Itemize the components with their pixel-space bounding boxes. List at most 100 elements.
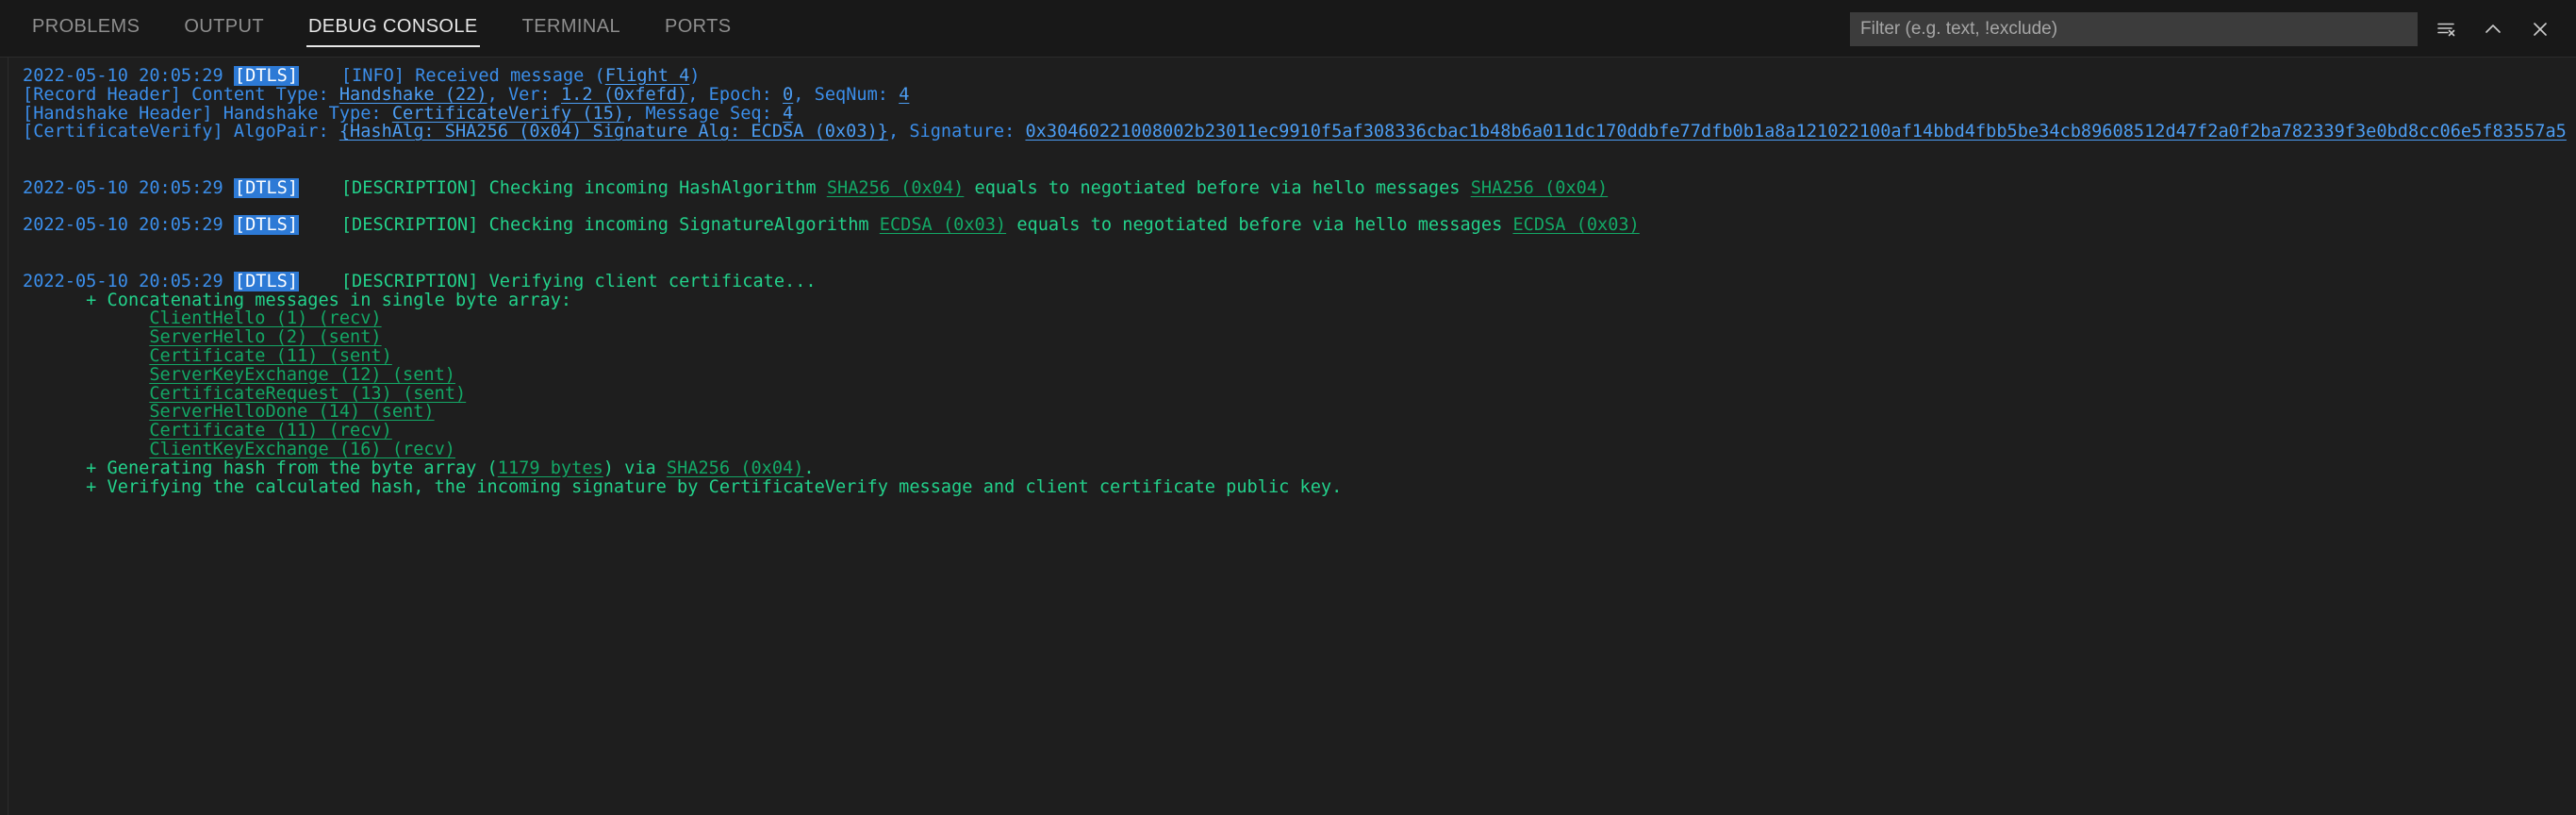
log-spacer bbox=[23, 235, 2576, 254]
log-text: + Concatenating messages in single byte … bbox=[23, 290, 572, 310]
log-gap bbox=[299, 272, 341, 291]
tab-ports[interactable]: PORTS bbox=[665, 0, 732, 57]
log-text: , Epoch: bbox=[687, 84, 784, 105]
tab-label: PROBLEMS bbox=[32, 15, 140, 37]
log-link[interactable]: ServerKeyExchange (12) (sent) bbox=[149, 365, 455, 385]
log-text: , Ver: bbox=[487, 84, 561, 105]
log-continuation-line: ServerHello (2) (sent) bbox=[23, 328, 2576, 347]
log-link[interactable]: SHA256 (0x04) bbox=[1471, 178, 1609, 198]
log-timestamp: 2022-05-10 20:05:29 bbox=[23, 271, 223, 291]
log-entry: 2022-05-10 20:05:29 [DTLS] [INFO] Receiv… bbox=[23, 66, 2576, 86]
log-link[interactable]: 4 bbox=[899, 85, 909, 105]
panel-actions bbox=[1850, 0, 2576, 58]
panel-tabs: PROBLEMS OUTPUT DEBUG CONSOLE TERMINAL PORTS bbox=[32, 0, 776, 57]
log-link[interactable]: ClientKeyExchange (16) (recv) bbox=[149, 440, 455, 459]
log-link[interactable]: CertificateRequest (13) (sent) bbox=[149, 384, 466, 404]
log-entry: 2022-05-10 20:05:29 [DTLS] [DESCRIPTION]… bbox=[23, 215, 2576, 236]
log-link[interactable]: CertificateVerify (15) bbox=[392, 104, 624, 124]
log-link[interactable]: Handshake (22) bbox=[339, 85, 487, 105]
log-text: ) via bbox=[603, 457, 667, 478]
tab-debug-console[interactable]: DEBUG CONSOLE bbox=[305, 0, 480, 57]
log-link[interactable]: 4 bbox=[783, 104, 793, 124]
log-spacer bbox=[23, 141, 2576, 160]
log-link[interactable]: 1.2 (0xfefd) bbox=[561, 85, 687, 105]
log-continuation-line: + Concatenating messages in single byte … bbox=[23, 291, 2576, 310]
log-text: + Verifying the calculated hash, the inc… bbox=[23, 476, 1343, 497]
log-link[interactable]: SHA256 (0x04) bbox=[827, 178, 965, 198]
log-text: [CertificateVerify] AlgoPair: bbox=[23, 122, 339, 142]
log-spacer bbox=[23, 254, 2576, 273]
filter-input[interactable] bbox=[1850, 11, 2418, 46]
tab-output[interactable]: OUTPUT bbox=[184, 0, 264, 57]
log-link[interactable]: ServerHelloDone (14) (sent) bbox=[149, 402, 434, 422]
log-text: , Message Seq: bbox=[624, 103, 784, 124]
log-link[interactable]: 0 bbox=[783, 85, 793, 105]
log-link[interactable]: 1179 bytes bbox=[498, 458, 603, 478]
chevron-up-icon bbox=[2483, 19, 2503, 40]
log-text: [DESCRIPTION] Checking incoming HashAlgo… bbox=[340, 177, 827, 198]
log-text: [Record Header] Content Type: bbox=[23, 84, 339, 105]
log-link[interactable]: ClientHello (1) (recv) bbox=[149, 308, 381, 328]
log-link[interactable]: Certificate (11) (recv) bbox=[149, 421, 391, 441]
log-text: ) bbox=[689, 66, 701, 86]
log-continuation-line: Certificate (11) (sent) bbox=[23, 347, 2576, 366]
log-link[interactable]: Flight 4 bbox=[605, 66, 690, 86]
log-link[interactable]: Certificate (11) (sent) bbox=[149, 346, 391, 366]
log-continuation-line: CertificateRequest (13) (sent) bbox=[23, 384, 2576, 404]
log-lines: 2022-05-10 20:05:29 [DTLS] [INFO] Receiv… bbox=[0, 66, 2576, 497]
maximize-panel-button[interactable] bbox=[2474, 10, 2512, 48]
panel-header: PROBLEMS OUTPUT DEBUG CONSOLE TERMINAL PORTS bbox=[0, 0, 2576, 58]
tab-problems[interactable]: PROBLEMS bbox=[32, 0, 140, 57]
log-text: equals to negotiated before via hello me… bbox=[1006, 215, 1513, 236]
log-text: , Signature: bbox=[887, 122, 1026, 142]
log-continuation-line: + Verifying the calculated hash, the inc… bbox=[23, 476, 2576, 497]
tab-label: TERMINAL bbox=[521, 15, 620, 37]
tab-label: DEBUG CONSOLE bbox=[307, 15, 478, 37]
log-timestamp: 2022-05-10 20:05:29 bbox=[23, 66, 223, 86]
log-continuation-line: + Generating hash from the byte array (1… bbox=[23, 457, 2576, 478]
log-timestamp: 2022-05-10 20:05:29 bbox=[23, 177, 223, 198]
log-gap bbox=[299, 66, 341, 86]
close-panel-button[interactable] bbox=[2521, 10, 2559, 48]
log-text: [Handshake Header] Handshake Type: bbox=[23, 103, 392, 124]
log-source-badge: [DTLS] bbox=[233, 271, 300, 291]
log-continuation-line: [Handshake Header] Handshake Type: Certi… bbox=[23, 103, 2576, 124]
log-text: [INFO] Received message ( bbox=[340, 66, 605, 86]
log-continuation-line: [Record Header] Content Type: Handshake … bbox=[23, 84, 2576, 105]
log-text: [DESCRIPTION] Checking incoming Signatur… bbox=[340, 215, 880, 236]
log-text: , SeqNum: bbox=[793, 84, 900, 105]
clear-console-button[interactable] bbox=[2427, 10, 2465, 48]
clear-console-icon bbox=[2436, 19, 2456, 40]
log-timestamp: 2022-05-10 20:05:29 bbox=[23, 215, 223, 236]
log-link[interactable]: 0x30460221008002b23011ec9910f5af308336cb… bbox=[1025, 122, 2566, 141]
log-link[interactable]: {HashAlg: SHA256 (0x04) Signature Alg: E… bbox=[339, 122, 888, 141]
debug-console-output[interactable]: 2022-05-10 20:05:29 [DTLS] [INFO] Receiv… bbox=[0, 58, 2576, 815]
log-text: [DESCRIPTION] Verifying client certifica… bbox=[340, 271, 817, 291]
log-continuation-line: [CertificateVerify] AlgoPair: {HashAlg: … bbox=[23, 123, 2576, 141]
close-icon bbox=[2530, 19, 2551, 40]
log-source-badge: [DTLS] bbox=[233, 177, 300, 198]
log-link[interactable]: ECDSA (0x03) bbox=[1512, 215, 1639, 235]
log-link[interactable]: ServerHello (2) (sent) bbox=[149, 327, 381, 347]
log-entry: 2022-05-10 20:05:29 [DTLS] [DESCRIPTION]… bbox=[23, 177, 2576, 198]
log-continuation-line: Certificate (11) (recv) bbox=[23, 422, 2576, 441]
log-gap bbox=[299, 215, 341, 235]
log-link[interactable]: ECDSA (0x03) bbox=[880, 215, 1006, 235]
log-source-badge: [DTLS] bbox=[233, 66, 300, 86]
log-text: . bbox=[803, 457, 815, 478]
log-entry: 2022-05-10 20:05:29 [DTLS] [DESCRIPTION]… bbox=[23, 271, 2576, 291]
tab-terminal[interactable]: TERMINAL bbox=[522, 0, 620, 57]
log-continuation-line: ServerKeyExchange (12) (sent) bbox=[23, 365, 2576, 385]
log-spacer bbox=[23, 198, 2576, 217]
log-link[interactable]: SHA256 (0x04) bbox=[667, 458, 804, 478]
log-text: + Generating hash from the byte array ( bbox=[23, 457, 498, 478]
tab-label: PORTS bbox=[664, 15, 732, 37]
log-continuation-line: ServerHelloDone (14) (sent) bbox=[23, 403, 2576, 422]
log-continuation-line: ClientHello (1) (recv) bbox=[23, 309, 2576, 328]
